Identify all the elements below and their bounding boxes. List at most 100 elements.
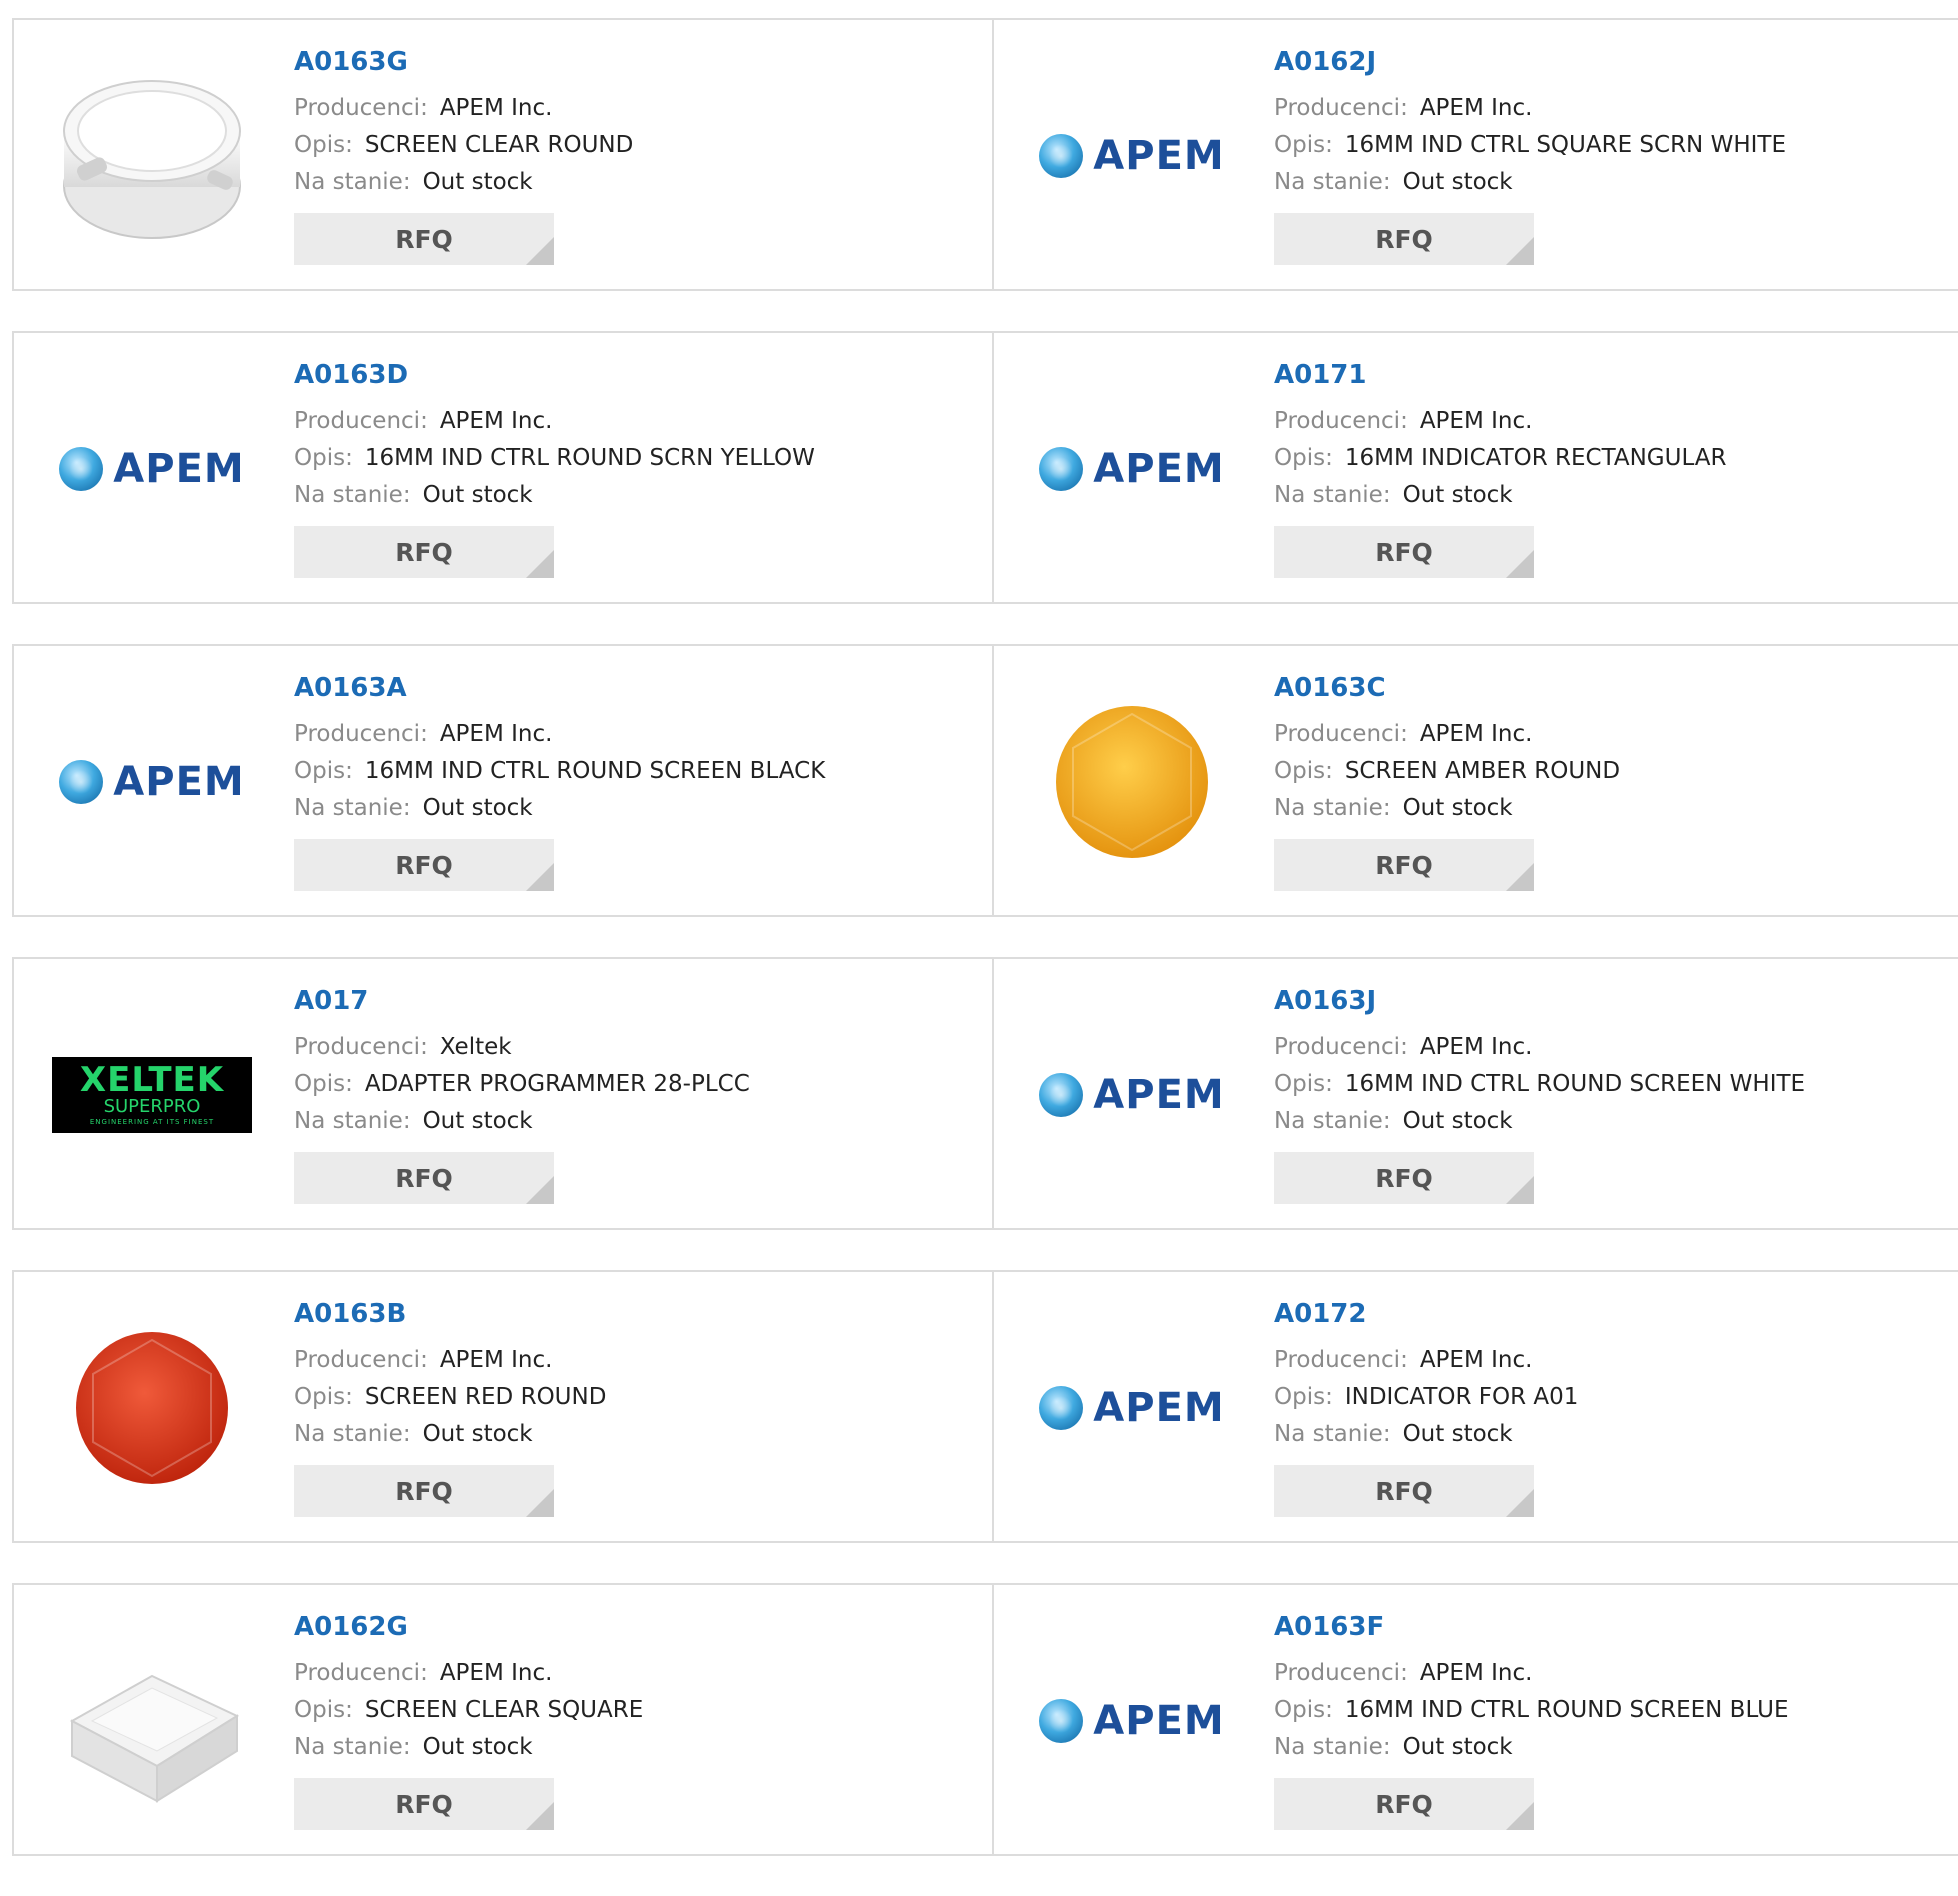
description-value: ADAPTER PROGRAMMER 28-PLCC bbox=[364, 1071, 750, 1097]
part-number-link[interactable]: A0172 bbox=[1274, 1300, 1578, 1328]
part-number-link[interactable]: A017 bbox=[294, 987, 750, 1015]
manufacturer-value: APEM Inc. bbox=[439, 408, 553, 434]
description-label: Opis: bbox=[1274, 1071, 1333, 1097]
apem-logo-mark bbox=[1039, 1386, 1084, 1430]
product-image[interactable] bbox=[52, 1308, 252, 1508]
product-image[interactable]: APEM bbox=[1032, 56, 1232, 256]
manufacturer-row: Producenci: APEM Inc. bbox=[294, 90, 633, 127]
rfq-corner-decoration bbox=[1506, 1489, 1534, 1517]
product-info: A0163B Producenci: APEM Inc. Opis: SCREEN … bbox=[294, 1300, 606, 1517]
part-number-link[interactable]: A0163F bbox=[1274, 1613, 1789, 1641]
stock-label: Na stanie: bbox=[294, 169, 411, 195]
manufacturer-value: APEM Inc. bbox=[1419, 95, 1533, 121]
rfq-button[interactable]: RFQ bbox=[294, 1778, 554, 1830]
product-image[interactable]: APEM bbox=[1032, 995, 1232, 1195]
rfq-button[interactable]: RFQ bbox=[294, 839, 554, 891]
product-info: A0163C Producenci: APEM Inc. Opis: SCREEN … bbox=[1274, 674, 1620, 891]
rfq-button[interactable]: RFQ bbox=[1274, 839, 1534, 891]
stock-label: Na stanie: bbox=[294, 1734, 411, 1760]
manufacturer-row: Producenci: Xeltek bbox=[294, 1029, 750, 1066]
product-info: A0163G Producenci: APEM Inc. Opis: SCREEN … bbox=[294, 48, 633, 265]
stock-label: Na stanie: bbox=[1274, 482, 1391, 508]
apem-logo-mark bbox=[1039, 447, 1084, 491]
rfq-corner-decoration bbox=[1506, 863, 1534, 891]
rfq-button[interactable]: RFQ bbox=[1274, 1465, 1534, 1517]
product-info: A0162G Producenci: APEM Inc. Opis: SCREEN … bbox=[294, 1613, 643, 1830]
description-label: Opis: bbox=[1274, 758, 1333, 784]
rfq-button[interactable]: RFQ bbox=[294, 213, 554, 265]
stock-value: Out stock bbox=[422, 169, 533, 195]
product-image[interactable] bbox=[1032, 682, 1232, 882]
manufacturer-value: APEM Inc. bbox=[439, 95, 553, 121]
product-image[interactable]: APEM bbox=[1032, 1308, 1232, 1508]
rfq-button-label: RFQ bbox=[1375, 1163, 1433, 1193]
product-image[interactable]: APEM bbox=[1032, 369, 1232, 569]
product-image[interactable] bbox=[52, 56, 252, 256]
product-card: A0162G Producenci: APEM Inc. Opis: SCREEN … bbox=[14, 1585, 992, 1854]
manufacturer-label: Producenci: bbox=[294, 721, 428, 747]
red-round-screen-photo bbox=[76, 1332, 228, 1484]
rfq-button[interactable]: RFQ bbox=[1274, 1778, 1534, 1830]
product-grid: A0163G Producenci: APEM Inc. Opis: SCREEN … bbox=[12, 18, 1958, 1896]
product-card: A0163C Producenci: APEM Inc. Opis: SCREEN … bbox=[992, 646, 1958, 915]
rfq-corner-decoration bbox=[526, 237, 554, 265]
description-value: 16MM IND CTRL SQUARE SCRN WHITE bbox=[1344, 132, 1786, 158]
apem-logo-text: APEM bbox=[1093, 1385, 1225, 1431]
stock-row: Na stanie: Out stock bbox=[294, 164, 633, 201]
description-row: Opis: 16MM IND CTRL ROUND SCREEN WHITE bbox=[1274, 1066, 1805, 1103]
rfq-corner-decoration bbox=[1506, 237, 1534, 265]
part-number-link[interactable]: A0162G bbox=[294, 1613, 643, 1641]
stock-row: Na stanie: Out stock bbox=[294, 477, 815, 514]
product-image[interactable]: APEM bbox=[1032, 1621, 1232, 1821]
rfq-button[interactable]: RFQ bbox=[294, 1465, 554, 1517]
xeltek-logo-text: XELTEK bbox=[79, 1060, 225, 1100]
manufacturer-row: Producenci: APEM Inc. bbox=[294, 1655, 643, 1692]
manufacturer-row: Producenci: APEM Inc. bbox=[1274, 1342, 1578, 1379]
rfq-button[interactable]: RFQ bbox=[294, 526, 554, 578]
rfq-button-label: RFQ bbox=[395, 1789, 453, 1819]
manufacturer-value: APEM Inc. bbox=[1419, 408, 1533, 434]
rfq-corner-decoration bbox=[526, 1489, 554, 1517]
stock-row: Na stanie: Out stock bbox=[1274, 477, 1727, 514]
rfq-button[interactable]: RFQ bbox=[1274, 526, 1534, 578]
manufacturer-label: Producenci: bbox=[1274, 1660, 1408, 1686]
rfq-button[interactable]: RFQ bbox=[1274, 1152, 1534, 1204]
manufacturer-row: Producenci: APEM Inc. bbox=[1274, 1029, 1805, 1066]
rfq-corner-decoration bbox=[526, 550, 554, 578]
part-number-link[interactable]: A0163J bbox=[1274, 987, 1805, 1015]
rfq-button[interactable]: RFQ bbox=[1274, 213, 1534, 265]
part-number-link[interactable]: A0163D bbox=[294, 361, 815, 389]
stock-label: Na stanie: bbox=[1274, 1108, 1391, 1134]
manufacturer-row: Producenci: APEM Inc. bbox=[294, 716, 825, 753]
product-image[interactable]: APEM bbox=[52, 369, 252, 569]
part-number-link[interactable]: A0171 bbox=[1274, 361, 1727, 389]
stock-row: Na stanie: Out stock bbox=[1274, 164, 1786, 201]
stock-value: Out stock bbox=[422, 795, 533, 821]
product-image[interactable] bbox=[52, 1621, 252, 1821]
part-number-link[interactable]: A0163G bbox=[294, 48, 633, 76]
product-image[interactable]: APEM bbox=[52, 682, 252, 882]
stock-label: Na stanie: bbox=[294, 795, 411, 821]
part-number-link[interactable]: A0163A bbox=[294, 674, 825, 702]
manufacturer-label: Producenci: bbox=[1274, 95, 1408, 121]
apem-logo-mark bbox=[59, 447, 104, 491]
part-number-link[interactable]: A0162J bbox=[1274, 48, 1786, 76]
product-card: A0163G Producenci: APEM Inc. Opis: SCREEN … bbox=[14, 20, 992, 289]
amber-round-screen-photo bbox=[1056, 706, 1208, 858]
product-row: A0163G Producenci: APEM Inc. Opis: SCREEN … bbox=[12, 18, 1958, 291]
part-number-link[interactable]: A0163B bbox=[294, 1300, 606, 1328]
product-card: APEM A0163D Producenci: APEM Inc. Opis: 16… bbox=[14, 333, 992, 602]
rfq-button[interactable]: RFQ bbox=[294, 1152, 554, 1204]
rfq-button-label: RFQ bbox=[395, 224, 453, 254]
product-card: APEM A0163A Producenci: APEM Inc. Opis: 16… bbox=[14, 646, 992, 915]
product-image[interactable]: XELTEK SUPERPRO ENGINEERING AT ITS FINEST bbox=[52, 995, 252, 1195]
description-row: Opis: SCREEN RED ROUND bbox=[294, 1379, 606, 1416]
stock-value: Out stock bbox=[1402, 795, 1513, 821]
rfq-corner-decoration bbox=[1506, 1176, 1534, 1204]
part-number-link[interactable]: A0163C bbox=[1274, 674, 1620, 702]
description-value: SCREEN CLEAR ROUND bbox=[364, 132, 634, 158]
rfq-corner-decoration bbox=[526, 863, 554, 891]
stock-value: Out stock bbox=[1402, 1108, 1513, 1134]
description-value: 16MM IND CTRL ROUND SCREEN BLACK bbox=[364, 758, 826, 784]
description-row: Opis: INDICATOR FOR A01 bbox=[1274, 1379, 1578, 1416]
